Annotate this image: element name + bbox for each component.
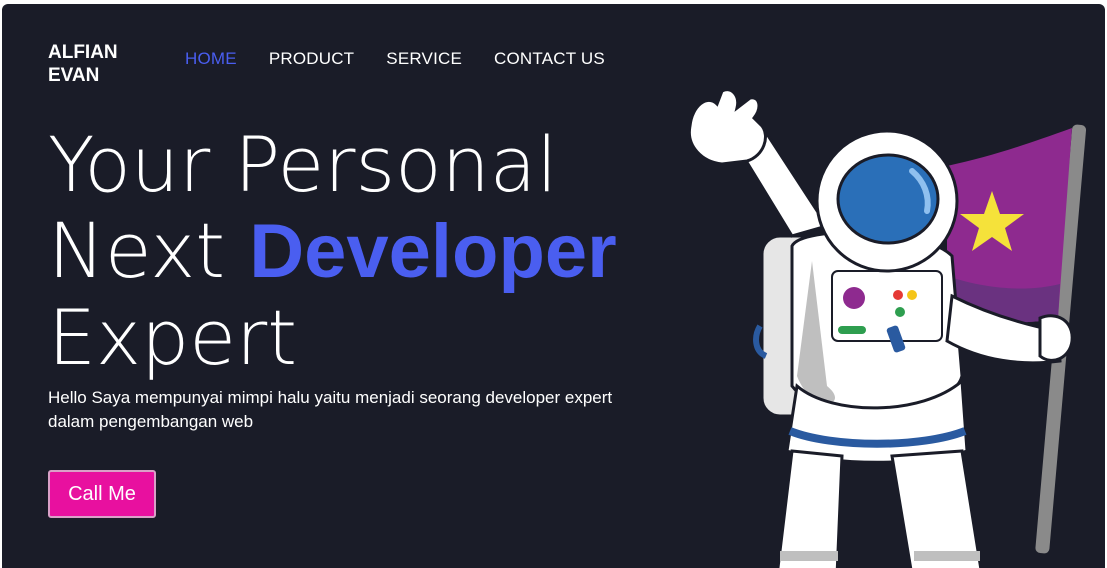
hero-title-line-3: Expert [48,293,298,382]
brand-logo[interactable]: ALFIAN EVAN [48,41,138,87]
landing-page: ALFIAN EVAN HOME PRODUCT SERVICE CONTACT… [2,4,1105,568]
nav-item-home[interactable]: HOME [185,49,237,69]
chest-button-icon [843,287,865,309]
brand-line-2: EVAN [48,65,100,86]
gripping-hand [1038,314,1074,362]
hero-description: Hello Saya mempunyai mimpi halu yaitu me… [48,388,613,431]
left-leg [776,449,844,568]
astronaut-with-flag-illustration [687,88,1087,568]
helmet-visor [836,153,940,245]
waving-hand [687,88,767,166]
right-leg [890,449,983,568]
brand-line-1: ALFIAN [48,42,118,63]
main-nav: HOME PRODUCT SERVICE CONTACT US [185,49,605,69]
hero-title-line-1: Your Personal [48,120,558,209]
hero-title: Your Personal Next Developer Expert [48,122,617,381]
status-light-red-icon [893,290,903,300]
nav-item-service[interactable]: SERVICE [386,49,462,69]
nav-item-product[interactable]: PRODUCT [269,49,354,69]
call-me-button[interactable]: Call Me [48,470,156,518]
hero-title-prefix: Next [48,206,250,295]
hero-title-highlight: Developer [249,209,617,294]
nav-item-contact-us[interactable]: CONTACT US [494,49,605,69]
hero-title-line-2: Next Developer [48,208,617,295]
status-light-green-icon [895,307,905,317]
chest-indicator [838,326,866,334]
status-light-yellow-icon [907,290,917,300]
